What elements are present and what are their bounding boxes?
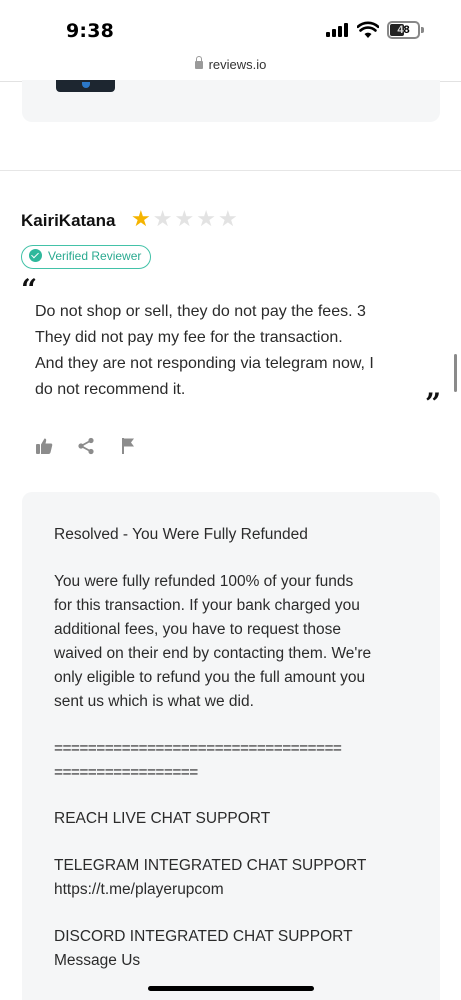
close-quote-mark: ” [425,387,442,420]
discord-link[interactable]: Message Us [54,949,140,973]
review-line: do not recommend it. [35,381,186,398]
url-text: reviews.io [208,57,267,72]
discord-heading: DISCORD INTEGRATED CHAT SUPPORT [54,928,353,945]
reply-line: You were fully refunded 100% of your fun… [54,573,354,590]
lock-icon [194,56,203,69]
verified-reviewer-badge[interactable]: Verified Reviewer [21,245,152,269]
reviewer-name[interactable]: KairiKatana [21,211,115,231]
previous-review-card [22,80,440,122]
reply-title: Resolved - You Were Fully Refunded [54,526,308,543]
battery-tip [421,27,424,33]
telegram-link[interactable]: https://t.me/playerupcom [54,878,224,902]
separator-line: ================================== [54,740,342,757]
star-rating: ★★★★★ [131,208,240,232]
flag-icon[interactable] [120,437,136,455]
telegram-heading: TELEGRAM INTEGRATED CHAT SUPPORT [54,857,367,874]
reply-line: waived on their end by contacting them. … [54,645,372,662]
reply-line: for this transaction. If your bank charg… [54,597,360,614]
live-chat-heading: REACH LIVE CHAT SUPPORT [54,810,271,827]
review-line: And they are not responding via telegram… [35,355,374,372]
battery-icon: 48 [387,21,420,39]
star-empty-icon: ★ [152,207,173,232]
reply-line: additional fees, you have to request tho… [54,621,341,638]
check-circle-icon [29,249,42,263]
reply-line: sent us which is what we did. [54,693,254,710]
scrollbar[interactable] [454,354,457,392]
address-bar[interactable]: reviews.io [0,52,461,82]
clock: 9:38 [66,20,115,42]
star-filled-icon: ★ [131,207,151,232]
separator-line: ================= [54,764,198,781]
star-empty-icon: ★ [217,207,238,232]
verified-label: Verified Reviewer [48,249,142,263]
attachment-thumbnail[interactable] [56,80,115,92]
status-bar: 9:38 48 [0,0,461,52]
home-indicator[interactable] [148,986,314,991]
review-line: They did not pay my fee for the transact… [35,329,343,346]
company-reply-card: Resolved - You Were Fully Refunded You w… [22,492,440,1000]
cellular-signal-icon [326,23,350,37]
review-divider [0,170,461,171]
thumbs-up-icon[interactable] [35,437,53,455]
review-line: Do not shop or sell, they do not pay the… [35,303,366,320]
review-text: Do not shop or sell, they do not pay the… [35,299,435,403]
battery-level: 48 [397,24,410,36]
reply-line: only eligible to refund you the full amo… [54,669,366,686]
star-empty-icon: ★ [196,207,216,232]
star-empty-icon: ★ [174,207,195,232]
share-icon[interactable] [77,437,95,455]
wifi-icon [357,21,379,38]
